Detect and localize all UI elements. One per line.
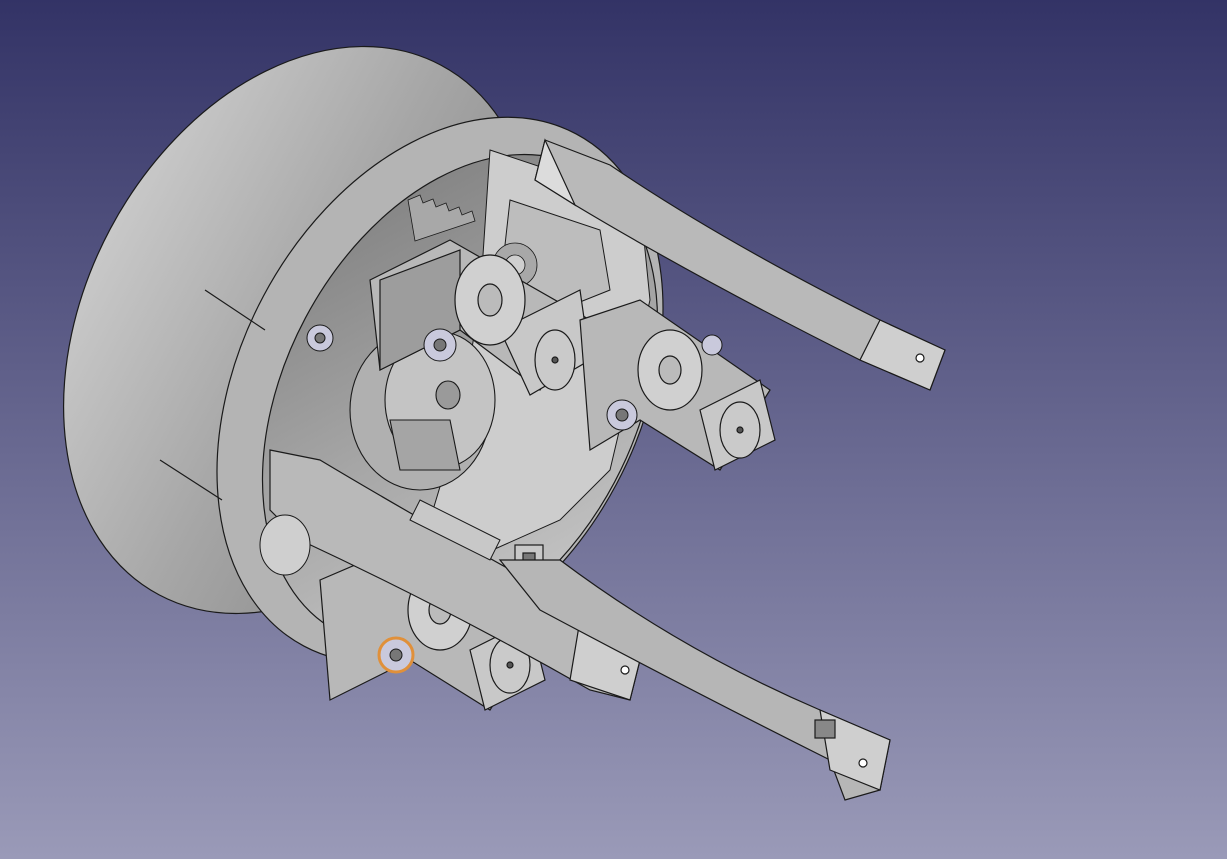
arm-bottom-long[interactable] [498, 559, 891, 801]
model-assembly[interactable] [0, 0, 1227, 859]
3d-viewport[interactable] [0, 0, 1227, 859]
screw-icon [423, 328, 457, 362]
screw-icon [306, 324, 334, 352]
screw-icon [377, 636, 415, 674]
screw-icon [701, 334, 723, 356]
screw-icon [606, 399, 638, 431]
